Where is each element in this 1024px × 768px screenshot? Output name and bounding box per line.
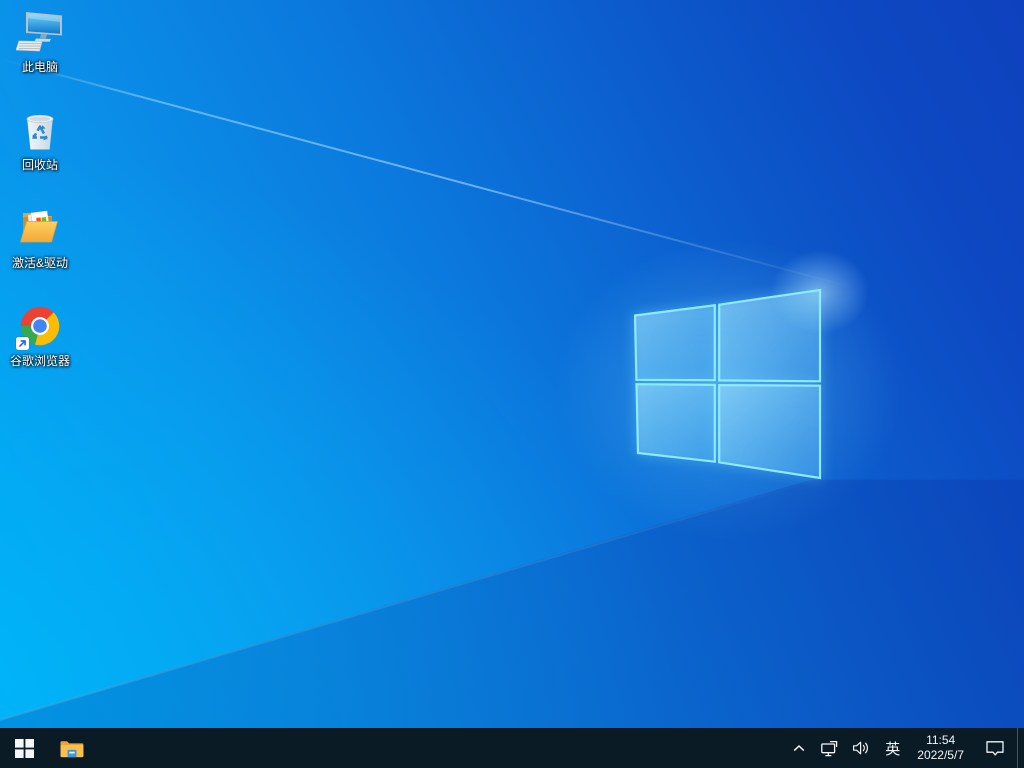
- open-folder-icon: [20, 210, 58, 243]
- action-center-button[interactable]: [973, 728, 1017, 768]
- show-desktop-button[interactable]: [1017, 728, 1024, 768]
- file-explorer-icon: [60, 740, 84, 757]
- shadow-wedge: [0, 479, 1024, 728]
- desktop-icon-this-pc[interactable]: 此电脑: [4, 8, 76, 96]
- desktop-icon-activation-drivers[interactable]: 激活&驱动: [4, 204, 76, 292]
- windows-start-icon: [14, 738, 34, 758]
- icon-label: 激活&驱动: [11, 256, 68, 270]
- desktop-icon-list: 此电脑 回收站 激活&驱动 谷歌浏览器: [4, 8, 76, 390]
- chevron-up-icon: [793, 744, 805, 752]
- ime-indicator[interactable]: 英: [877, 728, 908, 768]
- taskbar: 英 11:54 2022/5/7: [0, 728, 1024, 768]
- shortcut-arrow-icon: [16, 337, 29, 350]
- network-ethernet-icon: [821, 740, 838, 756]
- network-tray-button[interactable]: [813, 728, 845, 768]
- computer-icon: [15, 12, 62, 52]
- clock-date: 2022/5/7: [917, 748, 964, 762]
- wallpaper: [0, 0, 1024, 728]
- action-center-icon: [986, 740, 1004, 756]
- recycle-bin-icon: [26, 114, 54, 150]
- light-ray-upper: [0, 58, 851, 288]
- show-hidden-icons-button[interactable]: [785, 728, 813, 768]
- file-explorer-button[interactable]: [48, 728, 96, 768]
- taskbar-clock[interactable]: 11:54 2022/5/7: [908, 728, 973, 768]
- speaker-icon: [853, 741, 869, 755]
- clock-time: 11:54: [926, 733, 956, 747]
- desktop-icon-google-chrome[interactable]: 谷歌浏览器: [4, 302, 76, 390]
- desktop-icon-recycle-bin[interactable]: 回收站: [4, 106, 76, 194]
- desktop-screen: 此电脑 回收站 激活&驱动 谷歌浏览器 英 11:54 2022/5/7: [0, 0, 1024, 768]
- icon-label: 谷歌浏览器: [9, 354, 70, 368]
- system-tray: 英 11:54 2022/5/7: [785, 728, 1024, 768]
- icon-label: 此电脑: [21, 60, 58, 74]
- volume-tray-button[interactable]: [845, 728, 877, 768]
- start-button[interactable]: [0, 728, 48, 768]
- windows-hero-logo: [634, 288, 822, 480]
- icon-label: 回收站: [21, 158, 58, 172]
